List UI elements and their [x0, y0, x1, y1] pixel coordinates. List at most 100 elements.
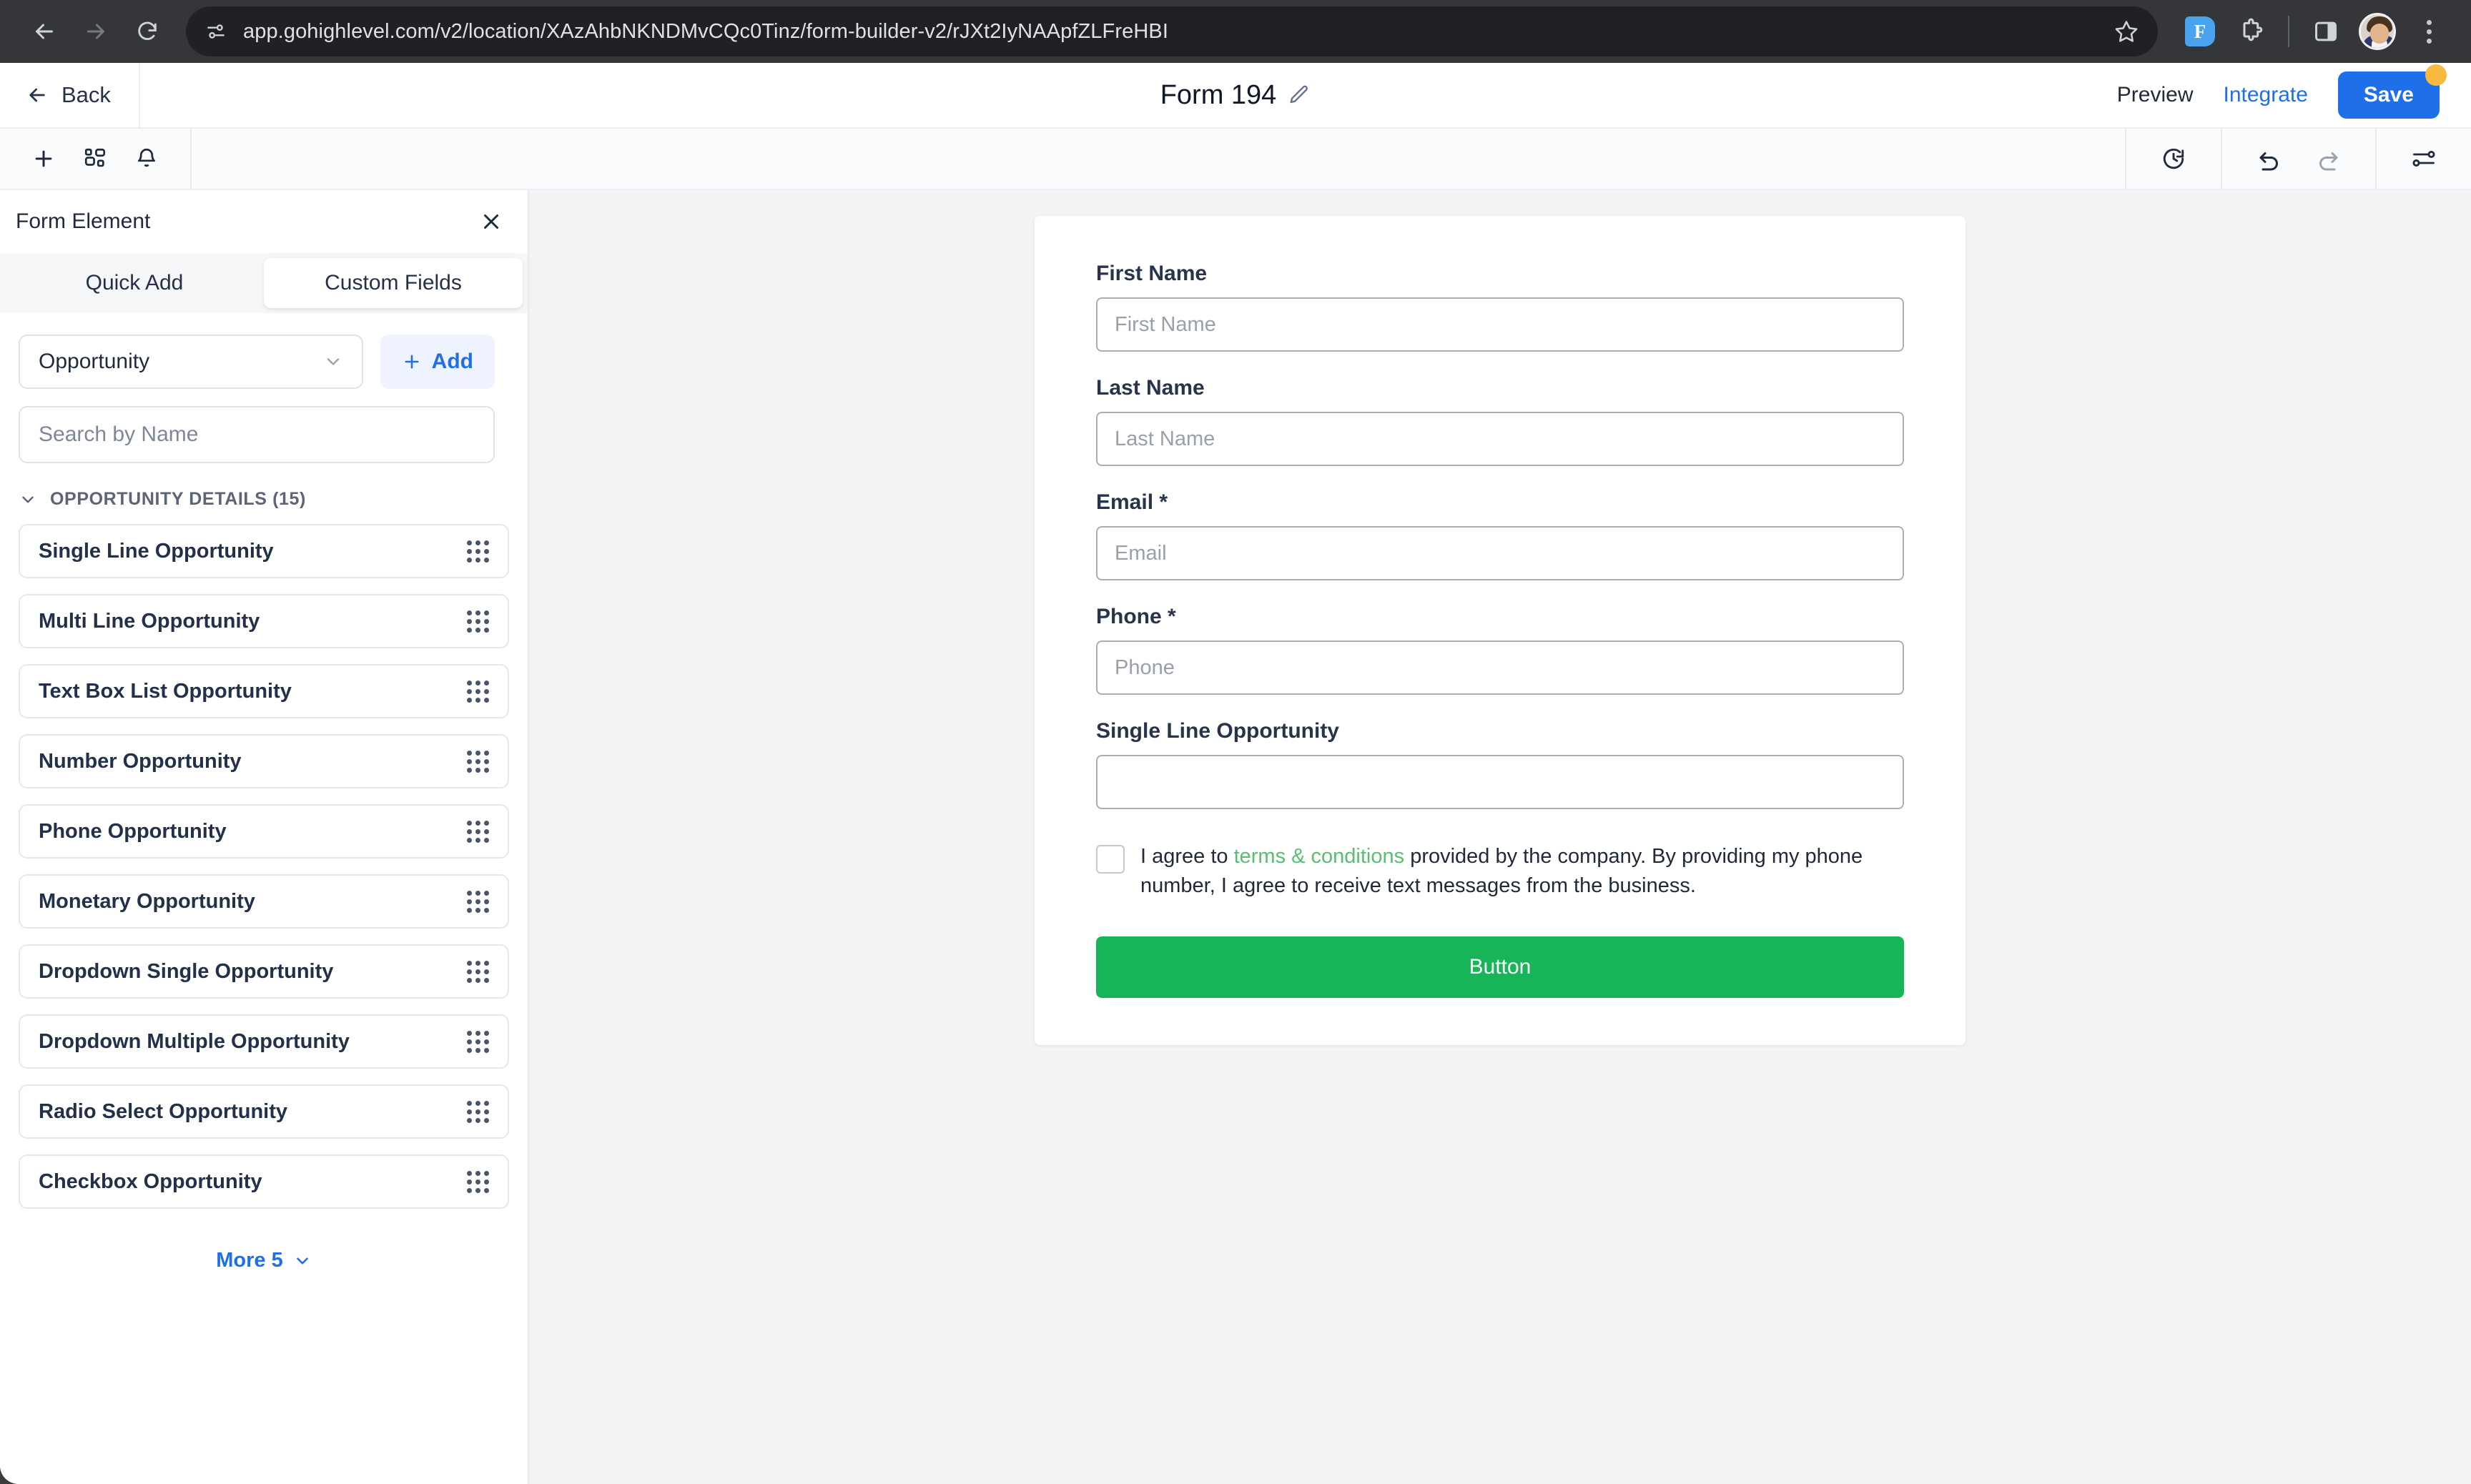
list-item-label: Phone Opportunity	[39, 819, 227, 843]
panel-header: Form Element	[0, 190, 528, 253]
notifications-button[interactable]	[134, 147, 159, 171]
form-preview-card: First Name Last Name Email * Phone * Sin	[1035, 216, 1966, 1046]
list-item[interactable]: Multi Line Opportunity	[19, 594, 509, 648]
section-opportunity-details[interactable]: OPPORTUNITY DETAILS (15)	[0, 463, 528, 517]
list-item[interactable]: Single Line Opportunity	[19, 524, 509, 578]
phone-input[interactable]	[1096, 640, 1904, 695]
single-line-opportunity-input[interactable]	[1096, 755, 1904, 809]
arrow-left-icon	[36, 24, 53, 39]
list-item[interactable]: Phone Opportunity	[19, 804, 509, 859]
chevron-down-icon	[327, 358, 339, 365]
drag-handle-icon[interactable]	[467, 1100, 489, 1123]
kebab-menu-icon	[2426, 19, 2432, 44]
redo-icon	[2319, 152, 2338, 171]
consent-prefix: I agree to	[1140, 845, 1234, 868]
address-bar[interactable]: app.gohighlevel.com/v2/location/XAzAhbNK…	[186, 6, 2158, 56]
list-item-label: Radio Select Opportunity	[39, 1099, 288, 1123]
avatar	[2359, 13, 2396, 50]
nodes-layout-icon	[84, 148, 106, 167]
puzzle-piece-icon	[2243, 18, 2263, 41]
tab-custom-fields[interactable]: Custom Fields	[264, 258, 523, 308]
drag-handle-icon[interactable]	[467, 540, 489, 563]
form-field-first-name: First Name	[1096, 262, 1904, 352]
add-element-button[interactable]	[31, 147, 56, 171]
add-button-label: Add	[431, 350, 473, 373]
plus-icon	[405, 355, 419, 369]
consent-checkbox[interactable]	[1096, 845, 1125, 874]
list-item-label: Number Opportunity	[39, 749, 242, 773]
close-panel-button[interactable]	[479, 209, 503, 234]
tab-quick-add[interactable]: Quick Add	[5, 258, 264, 308]
submit-button[interactable]: Button	[1096, 936, 1904, 999]
clock-history-icon	[2163, 148, 2184, 169]
list-item[interactable]: Text Box List Opportunity	[19, 664, 509, 718]
last-name-input[interactable]	[1096, 412, 1904, 466]
extension-figma-button[interactable]: F	[2176, 8, 2224, 55]
save-button[interactable]: Save	[2337, 64, 2447, 119]
preview-button[interactable]: Preview	[2117, 83, 2194, 107]
terms-and-conditions-link[interactable]: terms & conditions	[1234, 845, 1405, 868]
list-item[interactable]: Radio Select Opportunity	[19, 1084, 509, 1139]
app-header: Back Form 194 Preview Integrate Save	[0, 63, 2471, 129]
address-bar-url: app.gohighlevel.com/v2/location/XAzAhbNK…	[243, 19, 1168, 43]
list-item-label: Dropdown Single Opportunity	[39, 959, 334, 983]
browser-forward-button[interactable]	[70, 6, 122, 57]
redo-button[interactable]	[2315, 146, 2341, 172]
drag-handle-icon[interactable]	[467, 750, 489, 773]
drag-handle-icon[interactable]	[467, 1170, 489, 1193]
extensions-button[interactable]	[2228, 8, 2275, 55]
list-item[interactable]: Dropdown Multiple Opportunity	[19, 1014, 509, 1069]
undo-button[interactable]	[2257, 146, 2282, 172]
list-item[interactable]: Checkbox Opportunity	[19, 1154, 509, 1209]
list-item[interactable]: Dropdown Single Opportunity	[19, 944, 509, 999]
arrow-right-icon	[87, 24, 104, 39]
object-type-select[interactable]: Opportunity	[19, 335, 363, 389]
back-button[interactable]: Back	[0, 63, 140, 128]
list-item-label: Checkbox Opportunity	[39, 1169, 262, 1193]
list-item[interactable]: Number Opportunity	[19, 734, 509, 788]
field-label: Last Name	[1096, 376, 1205, 400]
form-field-last-name: Last Name	[1096, 376, 1904, 466]
first-name-input[interactable]	[1096, 297, 1904, 352]
email-input[interactable]	[1096, 526, 1904, 580]
integrate-button[interactable]: Integrate	[2224, 83, 2308, 107]
add-custom-field-button[interactable]: Add	[380, 335, 495, 389]
plus-icon	[35, 150, 52, 167]
drag-handle-icon[interactable]	[467, 890, 489, 913]
drag-handle-icon[interactable]	[467, 680, 489, 703]
layout-nodes-button[interactable]	[83, 147, 107, 171]
page-title: Form 194	[1160, 79, 1277, 110]
browser-menu-button[interactable]	[2405, 8, 2452, 55]
browser-toolbar: app.gohighlevel.com/v2/location/XAzAhbNK…	[0, 0, 2471, 63]
side-panel-button[interactable]	[2302, 8, 2349, 55]
edit-title-button[interactable]	[1288, 84, 1311, 107]
drag-handle-icon[interactable]	[467, 820, 489, 843]
profile-button[interactable]	[2354, 8, 2401, 55]
version-history-button[interactable]	[2161, 146, 2186, 172]
drag-handle-icon[interactable]	[467, 610, 489, 633]
list-item[interactable]: Monetary Opportunity	[19, 874, 509, 929]
field-label: Single Line Opportunity	[1096, 719, 1339, 743]
browser-reload-button[interactable]	[122, 6, 173, 57]
star-icon	[2115, 21, 2138, 42]
custom-field-list: Single Line Opportunity Multi Line Oppor…	[0, 517, 528, 1272]
drag-handle-icon[interactable]	[467, 960, 489, 983]
form-settings-button[interactable]	[2411, 146, 2437, 172]
toolbar-right-group	[2125, 129, 2471, 189]
extension-f-icon: F	[2185, 16, 2215, 46]
browser-back-button[interactable]	[19, 6, 70, 57]
form-field-single-line-opportunity: Single Line Opportunity	[1096, 719, 1904, 809]
section-label: OPPORTUNITY DETAILS (15)	[50, 489, 306, 509]
form-title-area: Form 194	[0, 80, 2471, 111]
application-window: Back Form 194 Preview Integrate Save For…	[0, 63, 2471, 1484]
list-item-label: Text Box List Opportunity	[39, 679, 292, 703]
bookmark-button[interactable]	[2099, 19, 2139, 44]
drag-handle-icon[interactable]	[467, 1030, 489, 1053]
editor-body: Form Element Quick Add Custom Fields Opp…	[0, 190, 2471, 1484]
show-more-fields-button[interactable]: More 5	[19, 1225, 509, 1272]
reload-icon	[138, 21, 157, 40]
panel-tabs: Quick Add Custom Fields	[0, 253, 528, 313]
object-type-value: Opportunity	[39, 350, 150, 373]
browser-action-icons: F	[2165, 8, 2452, 55]
search-input[interactable]	[19, 406, 495, 463]
